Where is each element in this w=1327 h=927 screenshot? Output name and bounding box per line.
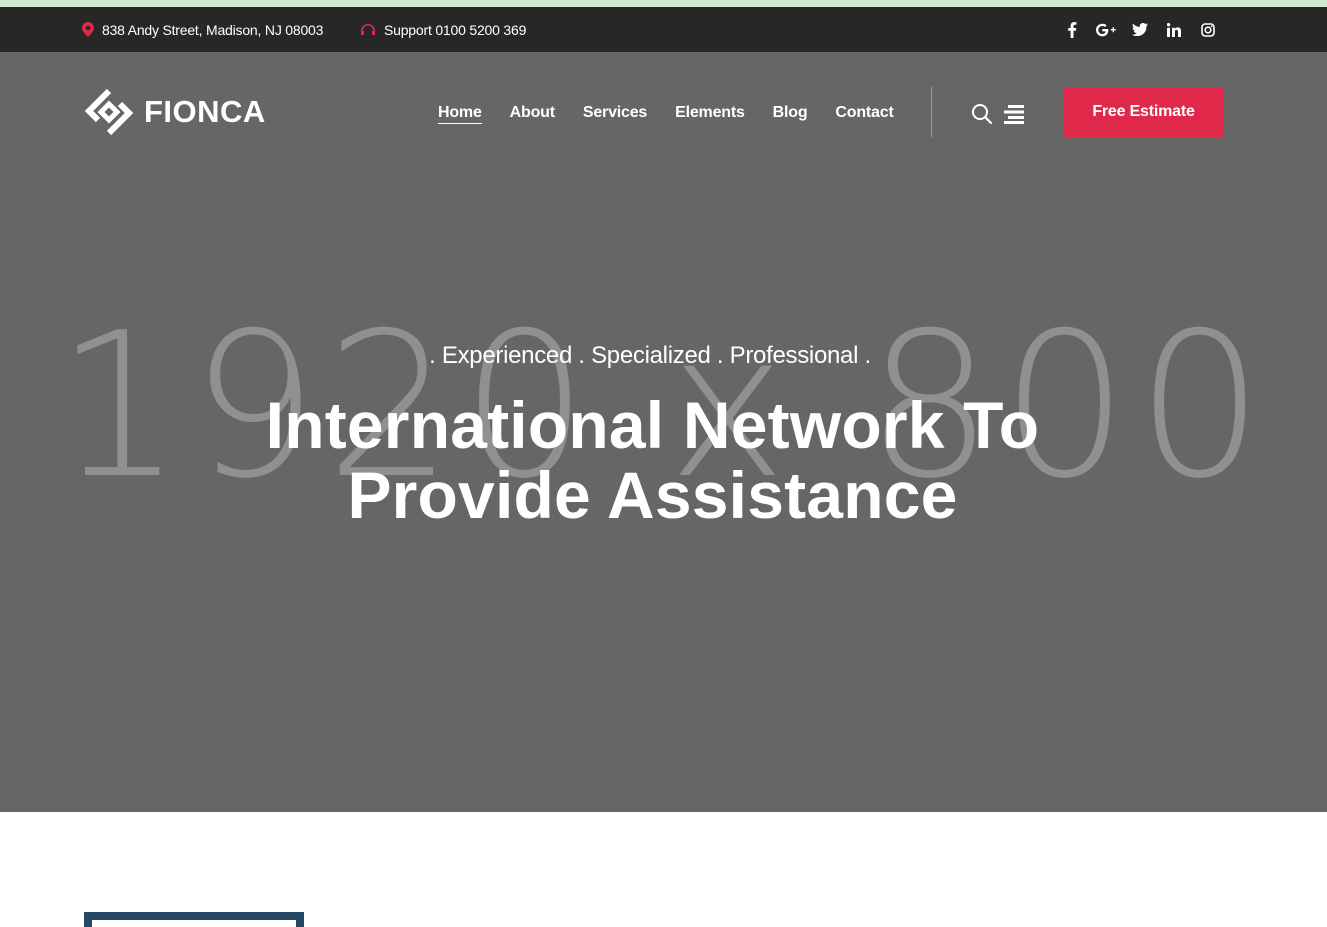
nav-item-home[interactable]: Home <box>424 94 496 132</box>
main-nav: Home About Services Elements Blog Contac… <box>424 94 908 132</box>
nav-item-label: Elements <box>675 104 745 121</box>
nav-item-label: Home <box>438 104 482 124</box>
site-logo[interactable]: FIONCA <box>84 87 266 137</box>
top-info-bar: 838 Andy Street, Madison, NJ 08003 Suppo… <box>0 7 1327 52</box>
headphones-icon <box>361 23 375 35</box>
google-plus-icon[interactable] <box>1089 7 1123 52</box>
nav-item-label: Services <box>582 104 648 121</box>
header-divider <box>931 87 932 137</box>
nav-item-services[interactable]: Services <box>569 94 661 132</box>
hero-kicker: . Experienced . Specialized . Profession… <box>429 342 871 369</box>
instagram-icon[interactable] <box>1191 7 1225 52</box>
nav-item-label: About <box>509 104 555 121</box>
address-text: 838 Andy Street, Madison, NJ 08003 <box>102 21 324 38</box>
address-info: 838 Andy Street, Madison, NJ 08003 <box>82 7 323 52</box>
content-section <box>0 812 1327 927</box>
nav-item-label: Contact <box>835 104 894 121</box>
search-icon[interactable] <box>970 102 994 126</box>
twitter-icon[interactable] <box>1123 7 1157 52</box>
logo-mark-icon <box>84 88 134 136</box>
hero-title-line-1: International Network To <box>265 388 1040 462</box>
support-info: Support 0100 5200 369 <box>360 7 526 52</box>
site-header: FIONCA Home About Services Elements Blog… <box>0 52 1327 172</box>
linkedin-icon[interactable] <box>1157 7 1191 52</box>
nav-item-contact[interactable]: Contact <box>821 94 907 132</box>
hero-title: International Network To Provide Assista… <box>0 390 1305 530</box>
support-text: Support 0100 5200 369 <box>384 21 527 38</box>
nav-item-label: Blog <box>772 104 808 121</box>
framed-box <box>84 912 304 927</box>
map-pin-icon <box>82 22 94 37</box>
facebook-icon[interactable] <box>1055 7 1089 52</box>
nav-item-blog[interactable]: Blog <box>759 94 822 132</box>
social-links <box>1055 7 1225 52</box>
logo-text: FIONCA <box>144 94 266 129</box>
nav-item-elements[interactable]: Elements <box>661 94 759 132</box>
hero-title-line-2: Provide Assistance <box>347 458 958 532</box>
nav-item-about[interactable]: About <box>496 94 569 132</box>
menu-lines-icon[interactable] <box>1004 104 1024 124</box>
accent-strip <box>0 0 1327 7</box>
free-estimate-button[interactable]: Free Estimate <box>1063 87 1224 137</box>
